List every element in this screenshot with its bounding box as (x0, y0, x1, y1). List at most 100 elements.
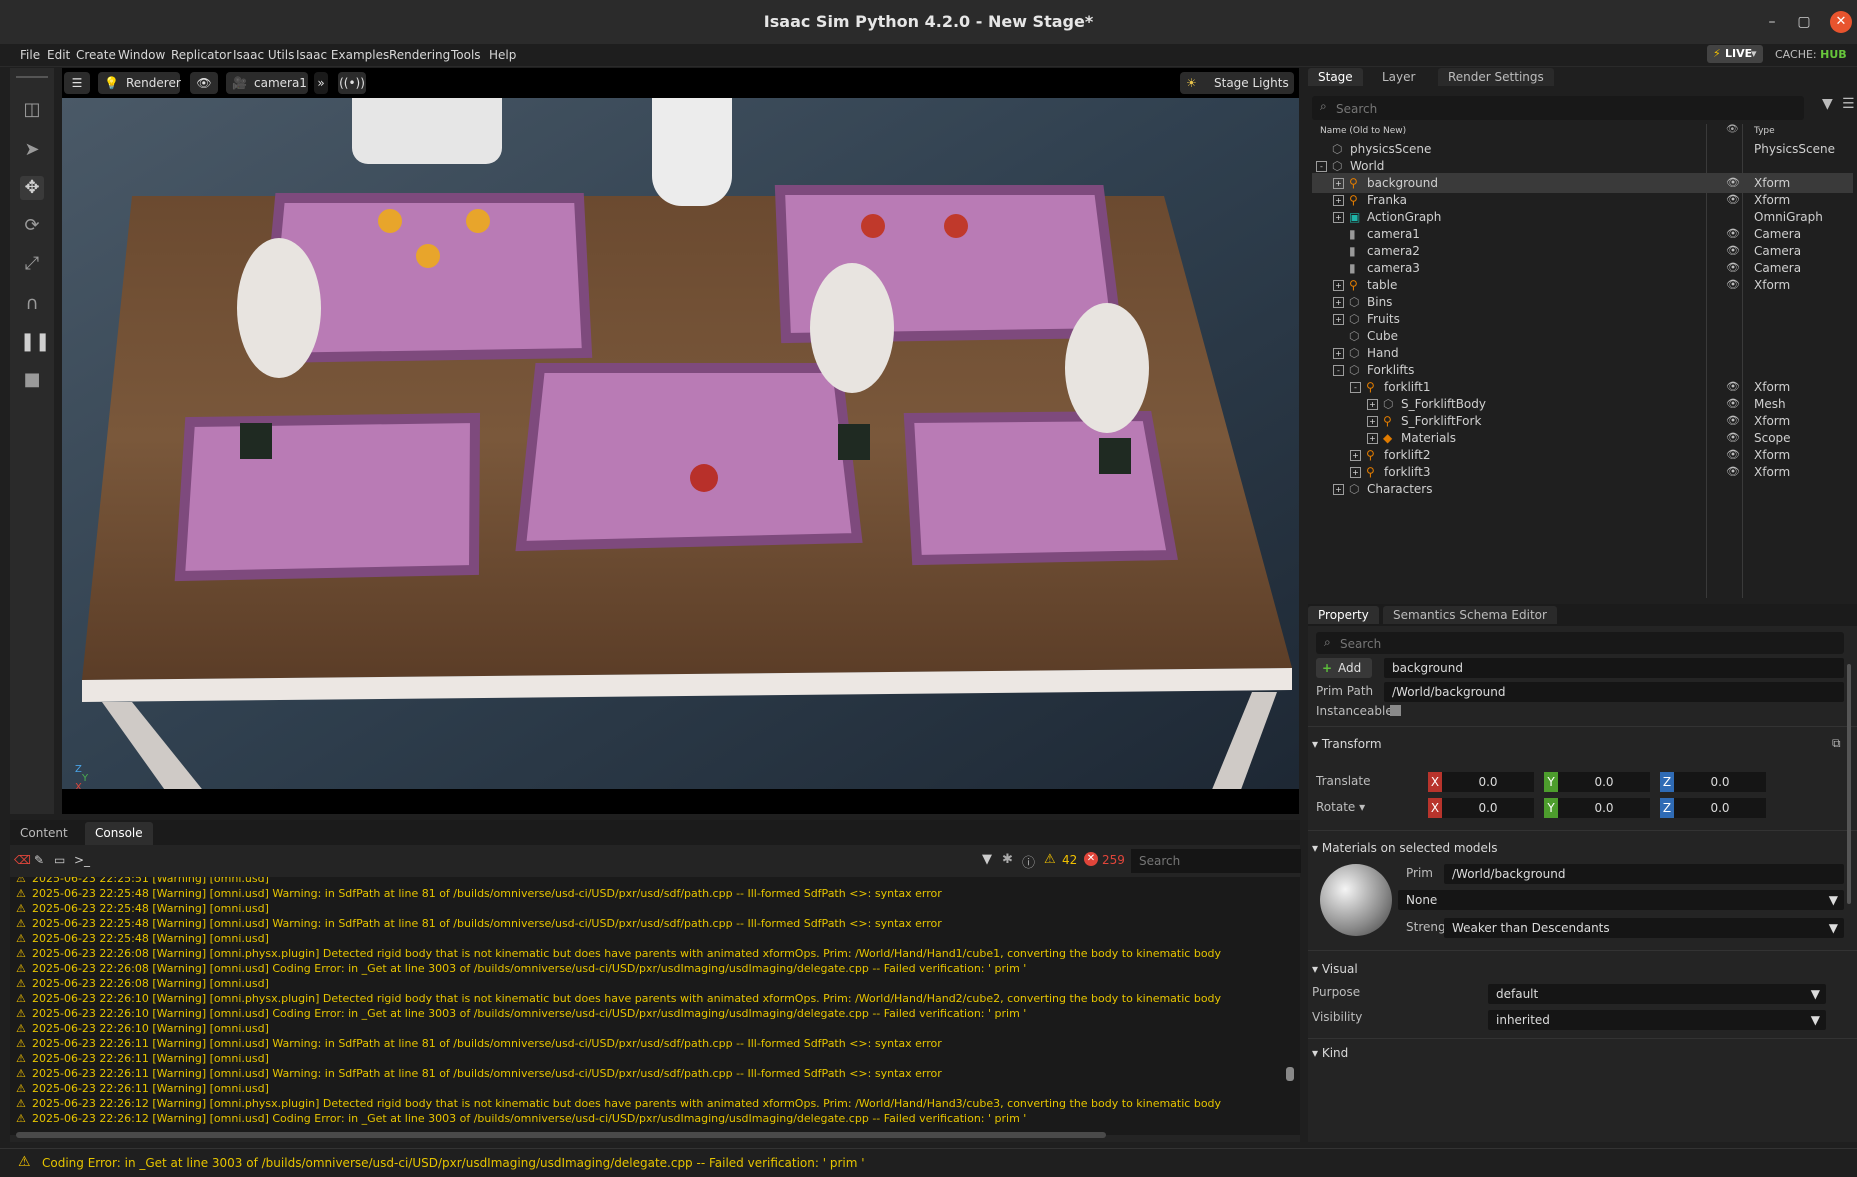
menu-isaac-examples[interactable]: Isaac Examples (296, 44, 389, 66)
expand-icon[interactable]: + (1367, 399, 1378, 410)
tab-content[interactable]: Content (10, 822, 78, 845)
col-type-header[interactable]: Type (1754, 126, 1775, 136)
expand-icon[interactable]: + (1367, 433, 1378, 444)
chevron-down-icon[interactable]: ▾ (1359, 800, 1365, 814)
select-mode-icon[interactable]: ◫ (20, 98, 44, 122)
stop-icon[interactable]: ■ (20, 368, 44, 392)
clear-log-icon[interactable]: ⌫ (14, 853, 31, 867)
collapse-icon[interactable]: - (1333, 365, 1344, 376)
info-icon[interactable]: ⓘ (1022, 852, 1035, 871)
expand-icon[interactable]: + (1333, 297, 1344, 308)
stage-search-input[interactable] (1334, 98, 1798, 120)
expand-icon[interactable]: + (1333, 195, 1344, 206)
expand-icon[interactable]: + (1333, 178, 1344, 189)
tab-property[interactable]: Property (1308, 606, 1379, 624)
stage-tree-row[interactable]: + ⬡ Characters (1312, 479, 1853, 499)
property-search[interactable]: ⌕ (1316, 632, 1844, 655)
chevron-right-icon[interactable]: » (314, 72, 328, 94)
menu-tools[interactable]: Tools (451, 44, 481, 66)
edit-icon[interactable]: ✎ (34, 853, 44, 867)
scene-render[interactable] (62, 68, 1299, 814)
eye-icon[interactable]: 👁 (190, 72, 218, 94)
expand-icon[interactable]: + (1333, 212, 1344, 223)
translate-x-field[interactable]: 0.0 (1442, 772, 1534, 792)
live-toggle[interactable]: ⚡ LIVE ▾ (1707, 45, 1763, 63)
tab-render-settings[interactable]: Render Settings (1438, 68, 1554, 86)
rotate-z-field[interactable]: 0.0 (1674, 798, 1766, 818)
add-button[interactable]: + Add (1316, 658, 1372, 678)
viewport-settings-icon[interactable]: ☰ (64, 72, 90, 94)
collapse-icon[interactable]: - (1350, 382, 1361, 393)
folder-icon[interactable]: ▭ (54, 853, 65, 867)
tab-stage[interactable]: Stage (1308, 68, 1363, 86)
material-prim-field[interactable]: /World/background (1444, 864, 1844, 884)
instanceable-checkbox[interactable] (1390, 705, 1401, 716)
menu-create[interactable]: Create (76, 44, 116, 66)
visibility-select[interactable]: inherited ▼ (1488, 1010, 1826, 1030)
move-icon[interactable]: ✥ (20, 176, 44, 200)
tab-layer[interactable]: Layer (1372, 68, 1425, 86)
stage-search[interactable]: ⌕ (1312, 96, 1804, 120)
property-scrollbar[interactable] (1847, 664, 1851, 904)
minimize-button[interactable]: – (1759, 10, 1785, 34)
visual-section-header[interactable]: ▾ Visual (1312, 962, 1358, 976)
snap-icon[interactable]: ∩ (20, 292, 44, 316)
expand-icon[interactable]: + (1333, 484, 1344, 495)
camera-button[interactable]: 🎥 camera1 (226, 72, 308, 94)
rotate-y-field[interactable]: 0.0 (1558, 798, 1650, 818)
console-search-input[interactable] (1131, 849, 1301, 873)
maximize-button[interactable]: ▢ (1791, 10, 1817, 34)
expand-icon[interactable]: + (1350, 450, 1361, 461)
scale-icon[interactable]: ⤢ (20, 252, 44, 276)
stage-lights-button[interactable]: ☀ Stage Lights (1180, 72, 1294, 94)
menu-help[interactable]: Help (489, 44, 516, 66)
menu-replicator[interactable]: Replicator (171, 44, 231, 66)
filter-icon[interactable]: ▼ (982, 852, 992, 867)
warning-icon[interactable]: ⚠ (1044, 852, 1056, 867)
menu-edit[interactable]: Edit (47, 44, 70, 66)
translate-y-field[interactable]: 0.0 (1558, 772, 1650, 792)
tab-console[interactable]: Console (85, 822, 153, 845)
prim-name-field[interactable]: background (1384, 658, 1844, 678)
terminal-icon[interactable]: >_ (74, 853, 90, 867)
menu-isaac-utils[interactable]: Isaac Utils (233, 44, 294, 66)
translate-z-field[interactable]: 0.0 (1674, 772, 1766, 792)
col-name-header[interactable]: Name (Old to New) (1320, 126, 1406, 136)
rotate-icon[interactable]: ⟳ (20, 214, 44, 238)
renderer-button[interactable]: 💡 Renderer (98, 72, 181, 94)
live-dropdown-icon[interactable]: ▾ (1751, 45, 1757, 63)
tab-semantics-schema-editor[interactable]: Semantics Schema Editor (1383, 606, 1557, 624)
select-arrow-icon[interactable]: ➤ (20, 138, 44, 162)
expand-icon[interactable]: + (1350, 467, 1361, 478)
menu-icon[interactable]: ☰ (1842, 96, 1855, 112)
property-search-input[interactable] (1338, 633, 1832, 655)
console-log[interactable]: ⚠ 2025-06-23 22:25:51 [Warning] [omni.usd… (10, 877, 1300, 1135)
prim-path-field[interactable]: /World/background (1384, 682, 1844, 702)
error-icon[interactable]: ✕ (1084, 852, 1098, 866)
material-select[interactable]: None ▼ (1398, 890, 1844, 910)
stage-tree[interactable]: ⬡ physicsScene PhysicsScene - ⬡ World + ⚲ backgr… (1312, 139, 1853, 559)
strength-select[interactable]: Weaker than Descendants ▼ (1444, 918, 1844, 938)
expand-icon[interactable]: + (1333, 280, 1344, 291)
viewport[interactable]: ☰ 💡 Renderer 👁 🎥 camera1 » ((•)) ☀ Stage Li… (62, 68, 1299, 814)
expand-icon[interactable]: + (1333, 314, 1344, 325)
asterisk-icon[interactable]: ✱ (1002, 852, 1013, 867)
purpose-select[interactable]: default ▼ (1488, 984, 1826, 1004)
transform-options-icon[interactable]: ⧉ (1832, 736, 1841, 751)
transform-section-header[interactable]: ▾ Transform (1312, 737, 1382, 751)
menu-window[interactable]: Window (118, 44, 165, 66)
broadcast-icon[interactable]: ((•)) (338, 72, 366, 94)
pause-icon[interactable]: ❚❚ (20, 330, 50, 354)
close-button[interactable]: ✕ (1830, 11, 1852, 33)
menu-file[interactable]: File (20, 44, 40, 66)
expand-icon[interactable]: + (1333, 348, 1344, 359)
materials-section-header[interactable]: ▾ Materials on selected models (1312, 841, 1498, 855)
console-hscrollbar[interactable] (16, 1132, 1106, 1138)
menu-rendering[interactable]: Rendering (389, 44, 450, 66)
expand-icon[interactable]: + (1367, 416, 1378, 427)
rotate-x-field[interactable]: 0.0 (1442, 798, 1534, 818)
kind-section-header[interactable]: ▾ Kind (1312, 1046, 1348, 1060)
collapse-icon[interactable]: - (1316, 161, 1327, 172)
console-vscroll-thumb[interactable] (1286, 1067, 1294, 1081)
filter-icon[interactable]: ▼ (1822, 96, 1833, 112)
